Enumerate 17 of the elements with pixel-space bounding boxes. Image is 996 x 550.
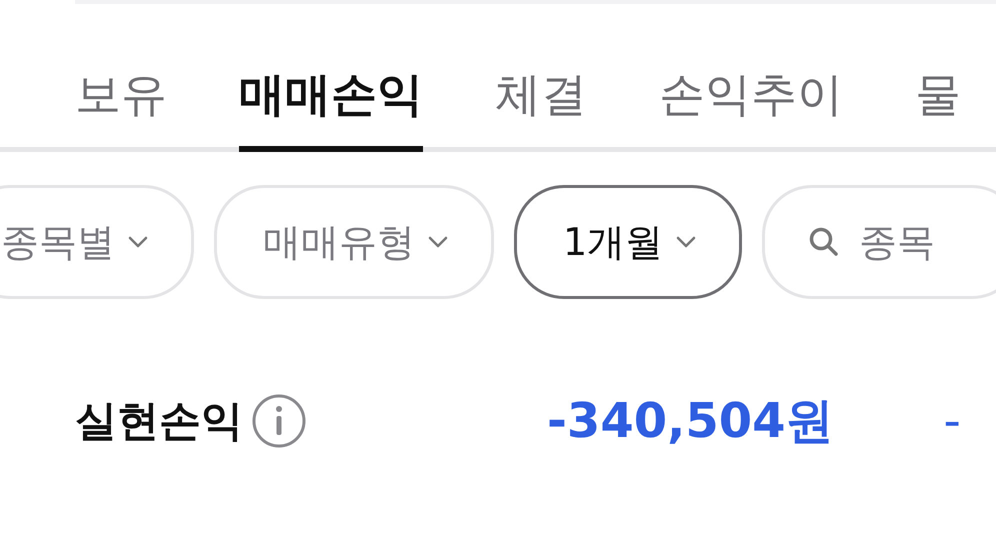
realized-profit-label: 실현손익: [75, 395, 243, 447]
filter-dropdown[interactable]: 1개월: [514, 185, 742, 299]
profit-value: -: [944, 393, 961, 449]
chevron-down-icon: [427, 235, 449, 249]
tab[interactable]: 체결: [495, 64, 587, 152]
info-icon[interactable]: [251, 393, 307, 449]
tab[interactable]: 보유: [75, 64, 167, 152]
tab[interactable]: 손익추이: [659, 64, 843, 152]
tab[interactable]: 매매손익: [239, 64, 423, 152]
search-icon: [808, 226, 840, 258]
realized-profit-value: -340,504원: [547, 392, 834, 451]
tab[interactable]: 물: [915, 64, 961, 152]
chevron-down-icon: [675, 235, 698, 249]
filter-dropdown[interactable]: 종목별: [0, 185, 194, 299]
chevron-down-icon: [127, 235, 149, 249]
filter-dropdown[interactable]: 매매유형: [214, 185, 494, 299]
search-field[interactable]: 종목: [762, 185, 996, 299]
